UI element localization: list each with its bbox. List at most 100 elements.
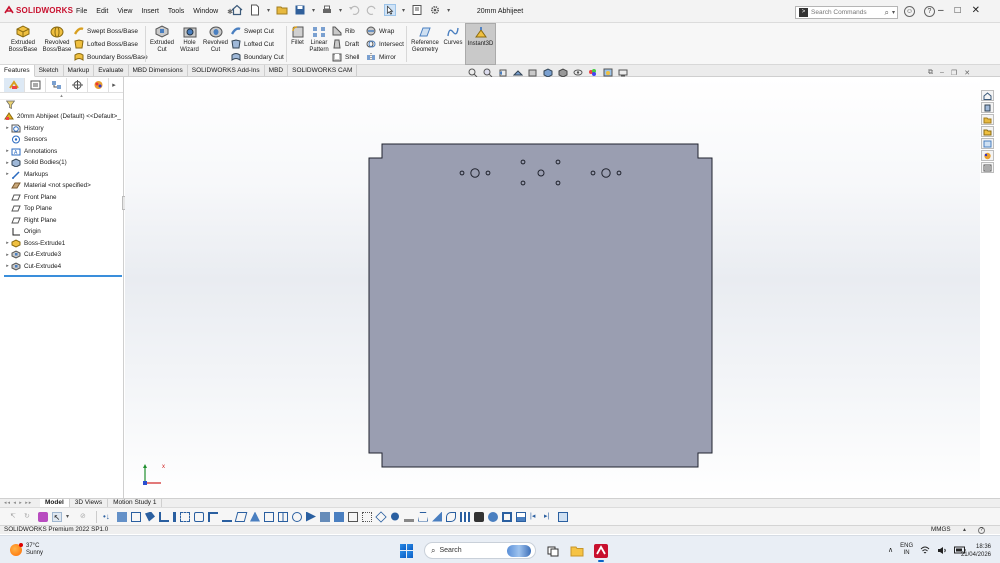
zoom-to-area-icon[interactable] — [483, 68, 493, 77]
perspective-icon[interactable] — [418, 511, 428, 522]
shaded-icon[interactable] — [334, 511, 344, 522]
panel-collapse-handle[interactable]: ▴ — [0, 93, 123, 100]
revolved-cut-button[interactable]: Revolved Cut — [202, 23, 229, 65]
isometric-view-icon[interactable] — [194, 511, 204, 522]
shell-button[interactable]: Shell — [332, 51, 359, 63]
print-icon[interactable] — [321, 4, 333, 16]
tab-features[interactable]: Features — [0, 65, 35, 77]
wrap-button[interactable]: Wrap — [366, 25, 394, 37]
tree-item[interactable]: Front Plane — [4, 192, 123, 204]
zoom-to-fit-icon[interactable] — [468, 68, 478, 77]
home-icon[interactable] — [231, 4, 243, 16]
menu-edit[interactable]: Edit — [96, 8, 108, 16]
view-orientation-icon[interactable] — [543, 68, 553, 77]
file-properties-icon[interactable] — [411, 4, 423, 16]
draft-quality-icon[interactable] — [391, 512, 399, 521]
tree-item[interactable]: ▸ Markups — [4, 169, 123, 181]
tree-item[interactable]: ▸ A Annotations — [4, 146, 123, 158]
tab-sketch[interactable]: Sketch — [35, 65, 64, 77]
extruded-cut-button[interactable]: Extruded Cut — [148, 23, 176, 65]
link-views-icon[interactable] — [292, 511, 302, 522]
cartoon-icon[interactable] — [502, 511, 512, 522]
graphics-area[interactable]: x — [125, 77, 980, 498]
shadows-icon[interactable] — [404, 512, 414, 522]
extruded-boss-button[interactable]: Extruded Boss/Base — [6, 23, 40, 65]
tree-item[interactable]: Material <not specified> — [4, 180, 123, 192]
minimize-icon[interactable]: – — [938, 5, 944, 16]
tree-item[interactable]: ▸ Cut-Extrude4 — [4, 261, 123, 273]
tree-item[interactable]: ▸ History — [4, 123, 123, 135]
tree-item[interactable]: Right Plane — [4, 215, 123, 227]
options-dropdown-icon[interactable]: ▾ — [447, 7, 450, 14]
display-manager-tab[interactable] — [88, 77, 109, 92]
system-clock[interactable]: 18:36 21/04/2026 — [955, 543, 991, 559]
menu-file[interactable]: File — [76, 8, 87, 16]
tab-solidworks-cam[interactable]: SOLIDWORKS CAM — [288, 65, 358, 77]
property-manager-tab[interactable] — [25, 77, 46, 92]
maximize-icon[interactable]: □ — [955, 5, 961, 16]
redo-icon[interactable] — [366, 4, 378, 16]
file-explorer-icon[interactable] — [570, 544, 584, 558]
weather-widget[interactable]: 37°C Sunny — [10, 543, 43, 557]
display-style-icon[interactable] — [558, 68, 568, 77]
viewport-restore-icon[interactable]: ❐ — [951, 69, 957, 77]
show-hidden-icons[interactable]: ∧ — [888, 546, 893, 554]
appearance-brush-icon[interactable] — [38, 511, 48, 522]
feature-manager-tab[interactable] — [4, 77, 25, 92]
front-view-icon[interactable] — [117, 511, 127, 522]
hidden-lines-visible-icon[interactable] — [362, 511, 372, 522]
windows-start-icon[interactable] — [400, 543, 414, 558]
two-view-icon[interactable] — [264, 511, 274, 522]
new-document-icon[interactable] — [249, 4, 261, 16]
quick-tips-help-icon[interactable]: ? — [978, 527, 985, 534]
apply-scene-icon[interactable] — [603, 68, 613, 77]
tree-item[interactable]: ▸ Cut-Extrude3 — [4, 249, 123, 261]
swept-boss-button[interactable]: Swept Boss/Base — [74, 25, 138, 37]
four-view-icon[interactable] — [278, 511, 288, 522]
view-settings-icon[interactable] — [618, 68, 628, 77]
menu-tools[interactable]: Tools — [168, 8, 184, 16]
part-model[interactable] — [368, 143, 713, 469]
point-icon[interactable]: •↓ — [103, 512, 113, 522]
tree-item[interactable]: ▸ Solid Bodies(1) — [4, 157, 123, 169]
tp-resources-tab[interactable] — [981, 102, 994, 113]
edit-appearance-icon[interactable] — [588, 68, 598, 77]
rotate-icon[interactable]: ↻ — [24, 512, 34, 522]
tree-item[interactable]: Sensors — [4, 134, 123, 146]
user-account-icon[interactable]: ☺ — [904, 6, 915, 17]
hidden-lines-removed-icon[interactable] — [348, 511, 358, 522]
tree-item[interactable]: ▸ Boss-Extrude1 — [4, 238, 123, 250]
print-dropdown-icon[interactable]: ▾ — [339, 7, 342, 14]
help-icon[interactable]: ? — [924, 6, 935, 17]
search-icon[interactable]: ⌕ — [885, 8, 889, 18]
volume-icon[interactable] — [937, 546, 947, 555]
revolved-boss-button[interactable]: Revolved Boss/Base — [40, 23, 74, 65]
intersect-button[interactable]: Intersect — [366, 38, 404, 50]
instant3d-button[interactable]: Instant3D — [465, 23, 496, 65]
lofted-boss-button[interactable]: Lofted Boss/Base — [74, 38, 138, 50]
viewport-tile-icon[interactable]: ⧉ — [928, 69, 933, 77]
viewport-minimize-icon[interactable]: – — [940, 69, 944, 77]
undo-icon[interactable] — [348, 4, 360, 16]
trimetric-view-icon[interactable] — [208, 511, 218, 522]
left-view-icon[interactable] — [145, 511, 155, 522]
tab-motion-study[interactable]: Motion Study 1 — [108, 499, 163, 507]
part-plate[interactable] — [368, 143, 713, 468]
single-view-icon[interactable] — [250, 511, 260, 522]
tree-root-part[interactable]: 20mm Abhijeet (Default) <<Default>_ — [4, 111, 123, 123]
section-view-icon[interactable] — [513, 68, 523, 77]
tab-model[interactable]: Model — [40, 499, 70, 507]
select-tool-icon[interactable]: ↖ — [52, 511, 62, 522]
section-plane-icon[interactable] — [432, 511, 442, 522]
tree-item[interactable]: Origin — [4, 226, 123, 238]
expand-arrow-icon[interactable]: ▸ — [4, 171, 11, 177]
boundary-cut-button[interactable]: Boundary Cut — [231, 51, 284, 63]
dynamic-annotation-icon[interactable] — [528, 68, 538, 77]
input-language[interactable]: ENG IN — [900, 543, 913, 557]
shaded-edges-icon[interactable] — [320, 511, 330, 522]
tp-appearances-tab[interactable] — [981, 150, 994, 161]
curves-button[interactable]: Curves — [442, 23, 464, 65]
hole-wizard-button[interactable]: Hole Wizard — [176, 23, 203, 65]
fillet-button[interactable]: Fillet — [288, 23, 307, 65]
wifi-icon[interactable] — [920, 546, 930, 555]
